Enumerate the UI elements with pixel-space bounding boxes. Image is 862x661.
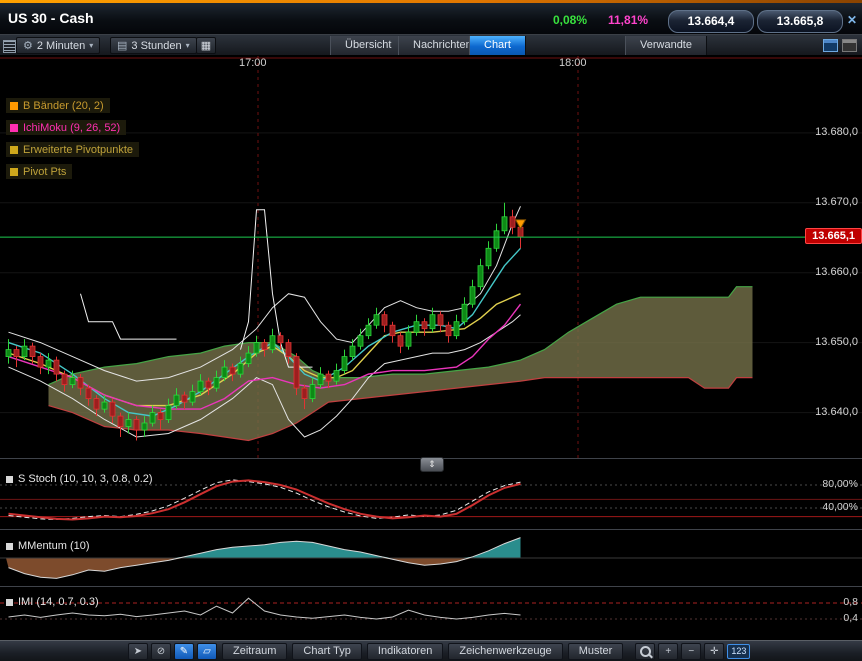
momentum-panel: MMentum (10) — [0, 529, 862, 586]
indicator-color-icon — [6, 476, 13, 483]
zoom-out-icon[interactable]: − — [681, 643, 701, 660]
legend-item-pivot-pts[interactable]: Pivot Pts — [6, 164, 72, 179]
pivot-pts-color-icon — [10, 168, 18, 176]
toolbar-right-icons — [823, 39, 857, 52]
dock-window-icon[interactable] — [842, 39, 857, 52]
imi-plot — [0, 587, 862, 640]
chart-toolbar: ⚙ 2 Minuten ▾ ▤ 3 Stunden ▾ ▦ Übersicht … — [0, 34, 862, 55]
bottom-toolbar: ➤ ⊘ ✎ ▱ Zeitraum Chart Typ Indikatoren Z… — [0, 640, 862, 661]
sell-price-button[interactable]: 13.664,4 — [668, 10, 754, 33]
imi-level-08: 0,8 — [843, 596, 858, 608]
buy-price-button[interactable]: 13.665,8 — [757, 10, 843, 33]
momentum-indicator-label[interactable]: MMentum (10) — [6, 540, 90, 552]
cursor-icon[interactable]: ➤ — [128, 643, 148, 660]
price-axis-label: 13.650,0 — [815, 336, 858, 348]
range-percent: 11,81% — [608, 13, 648, 27]
price-axis-label: 13.660,0 — [815, 266, 858, 278]
stoch-level-80: 80,00% — [822, 478, 858, 490]
indicator-color-icon — [6, 599, 13, 606]
time-axis-label: 17:00 — [239, 57, 267, 69]
popout-window-icon[interactable] — [823, 39, 838, 52]
magnifier-icon[interactable] — [635, 643, 655, 660]
bars-icon: ▤ — [117, 39, 127, 52]
legend-label: B Bänder (20, 2) — [23, 100, 104, 112]
drawing-tool-icons: ➤ ⊘ ✎ ▱ — [128, 643, 217, 660]
stoch-indicator-label[interactable]: S Stoch (10, 10, 3, 0.8, 0.2) — [6, 473, 153, 485]
imi-level-04: 0,4 — [843, 612, 858, 624]
main-chart-area: 17:00 18:00 13.680,0 13.670,0 13.660,0 1… — [0, 56, 862, 458]
current-price-tag: 13.665,1 — [805, 228, 862, 244]
legend-label: Erweiterte Pivotpunkte — [23, 144, 133, 156]
legend-item-extended-pivots[interactable]: Erweiterte Pivotpunkte — [6, 142, 139, 157]
momentum-label-text: MMentum (10) — [18, 540, 90, 552]
bbands-color-icon — [10, 102, 18, 110]
legend-label: IchiMoku (9, 26, 52) — [23, 122, 120, 134]
chevron-down-icon: ▾ — [89, 41, 93, 50]
momentum-negative-area — [6, 558, 521, 578]
calendar-icon: ▦ — [201, 39, 211, 52]
magnifier-glass-icon — [640, 646, 651, 657]
zeitraum-button[interactable]: Zeitraum — [222, 643, 287, 660]
muster-button[interactable]: Muster — [568, 643, 624, 660]
splitter-arrows-icon: ⇕ — [428, 459, 436, 470]
change-percent: 0,08% — [553, 13, 587, 27]
list-icon[interactable] — [3, 40, 16, 53]
series-pivot_a — [81, 294, 177, 339]
header: US 30 - Cash 0,08% 11,81% 13.664,4 13.66… — [0, 3, 862, 34]
price-axis-label: 13.670,0 — [815, 196, 858, 208]
pivots-color-icon — [10, 146, 18, 154]
price-axis-label: 13.680,0 — [815, 126, 858, 138]
tab-uebersicht[interactable]: Übersicht — [330, 36, 406, 55]
close-icon[interactable]: ✕ — [847, 13, 857, 27]
imi-panel: IMI (14, 0.7, 0.3) 0,8 0,4 — [0, 586, 862, 640]
order-marker-icon — [516, 220, 526, 229]
zoom-controls: + − ✛ 123 — [635, 643, 750, 660]
shape-tool-icon[interactable]: ▱ — [197, 643, 217, 660]
stoch-label-text: S Stoch (10, 10, 3, 0.8, 0.2) — [18, 473, 153, 485]
pencil-icon[interactable]: ✎ — [174, 643, 194, 660]
gear-icon: ⚙ — [23, 39, 33, 52]
indikatoren-button[interactable]: Indikatoren — [367, 643, 443, 660]
candlestick-chart[interactable] — [0, 56, 862, 458]
trading-chart-window: US 30 - Cash 0,08% 11,81% 13.664,4 13.66… — [0, 0, 862, 661]
period-dropdown[interactable]: ▤ 3 Stunden ▾ — [110, 37, 197, 54]
period-label: 3 Stunden — [131, 40, 181, 52]
time-axis-label: 18:00 — [559, 57, 587, 69]
related-button[interactable]: Verwandte — [625, 36, 707, 55]
panel-splitter-handle[interactable]: ⇕ — [420, 457, 444, 472]
timeframe-label: 2 Minuten — [37, 40, 85, 52]
calendar-button[interactable]: ▦ — [196, 37, 216, 54]
chevron-down-icon: ▾ — [186, 41, 190, 50]
move-chart-icon[interactable]: ✛ — [704, 643, 724, 660]
timeframe-dropdown[interactable]: ⚙ 2 Minuten ▾ — [16, 37, 100, 54]
legend-item-ichimoku[interactable]: IchiMoku (9, 26, 52) — [6, 120, 126, 135]
imi-indicator-label[interactable]: IMI (14, 0.7, 0.3) — [6, 596, 99, 608]
price-scale-123-icon[interactable]: 123 — [727, 644, 750, 659]
tab-chart[interactable]: Chart — [469, 36, 526, 55]
clear-drawings-icon[interactable]: ⊘ — [151, 643, 171, 660]
zoom-in-icon[interactable]: + — [658, 643, 678, 660]
chart-typ-button[interactable]: Chart Typ — [292, 643, 362, 660]
stoch-level-40: 40,00% — [822, 501, 858, 513]
momentum-plot — [0, 530, 862, 586]
zeichenwerkzeuge-button[interactable]: Zeichenwerkzeuge — [448, 643, 562, 660]
indicator-color-icon — [6, 543, 13, 550]
legend-item-bbands[interactable]: B Bänder (20, 2) — [6, 98, 110, 113]
ichimoku-color-icon — [10, 124, 18, 132]
price-axis-label: 13.640,0 — [815, 406, 858, 418]
instrument-title: US 30 - Cash — [8, 10, 94, 26]
imi-label-text: IMI (14, 0.7, 0.3) — [18, 596, 99, 608]
legend-label: Pivot Pts — [23, 166, 66, 178]
